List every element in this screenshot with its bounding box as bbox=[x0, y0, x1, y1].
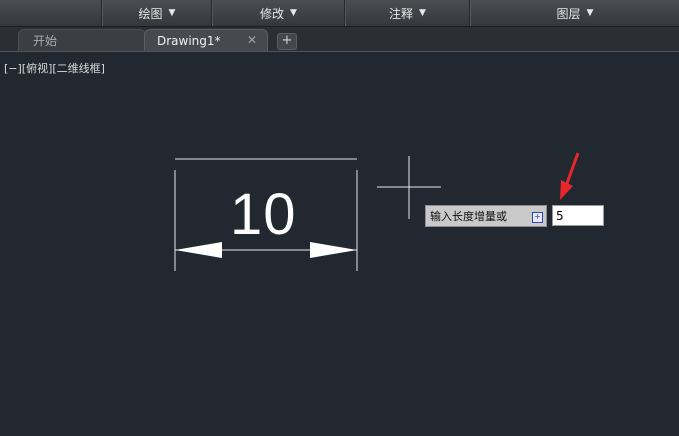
dimension-text: 10 bbox=[230, 182, 297, 247]
dynamic-input-prompt: 输入长度增量或 + bbox=[425, 205, 547, 227]
annotation-arrow-shaft bbox=[564, 152, 580, 187]
dimension-arrow-right bbox=[310, 242, 357, 258]
length-increment-input[interactable] bbox=[552, 205, 604, 226]
options-expand-icon[interactable]: + bbox=[532, 212, 543, 223]
annotation-arrow-icon bbox=[560, 180, 573, 200]
dimension-arrow-left bbox=[175, 242, 222, 258]
prompt-text: 输入长度增量或 bbox=[430, 210, 507, 223]
